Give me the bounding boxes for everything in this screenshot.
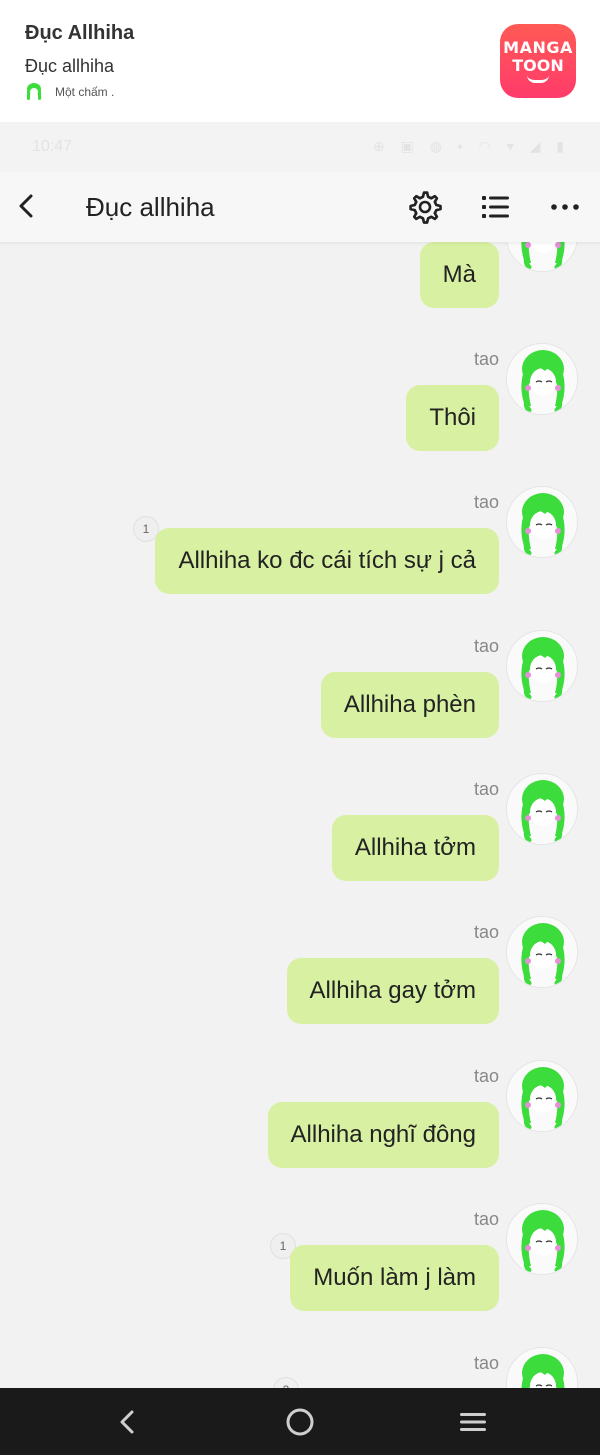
green-hair-girl-icon (507, 1348, 577, 1388)
sender-name: tao (473, 636, 499, 656)
user-avatar[interactable] (506, 773, 578, 845)
banner-title: Đục Allhiha (25, 22, 135, 44)
nav-home-icon[interactable] (285, 1407, 315, 1437)
chat-title: Đục allhiha (86, 192, 215, 222)
logo-smile (527, 75, 549, 83)
green-hair-girl-icon (507, 631, 577, 701)
green-hair-girl-icon (507, 1061, 577, 1131)
gear-icon[interactable] (408, 190, 442, 224)
message-bubble[interactable]: Muốn làm j làm (290, 1245, 499, 1311)
chat-message: tao Allhiha nghĩ đông (0, 1060, 600, 1203)
message-bubble[interactable]: Allhiha gay tởm (286, 958, 499, 1024)
message-bubble[interactable]: Allhiha nghĩ đông (267, 1102, 499, 1168)
logo-line1: MANGA (503, 37, 573, 57)
banner-subtitle: Đục allhiha (25, 56, 115, 76)
chat-message: tao Allhiha tởm (0, 773, 600, 916)
chat-header: Đục allhiha (0, 172, 600, 242)
sender-name: tao (473, 1209, 499, 1229)
user-avatar[interactable] (506, 1060, 578, 1132)
user-avatar[interactable] (506, 1347, 578, 1388)
user-avatar[interactable] (506, 242, 578, 272)
message-bubble[interactable]: Allhiha ko đc cái tích sự j cả (155, 528, 499, 594)
sender-name: tao (473, 349, 499, 369)
nav-menu-icon[interactable] (458, 1410, 488, 1434)
user-avatar[interactable] (506, 343, 578, 415)
green-hair-girl-icon (507, 242, 577, 271)
more-dots-icon[interactable] (548, 194, 582, 220)
message-bubble[interactable]: Mà (419, 242, 499, 308)
message-bubble[interactable]: Thôi (406, 385, 499, 451)
status-time: 10:47 (32, 138, 73, 155)
status-bar: 10:47 ⊕ ▣ ◍ • ◠ ▾ ◢ ▮ (0, 122, 600, 172)
sender-name: tao (473, 779, 499, 799)
chevron-left-icon[interactable] (12, 190, 40, 222)
list-icon[interactable] (478, 192, 512, 222)
green-hair-girl-icon (507, 344, 577, 414)
chat-message: tao Thôi (0, 343, 600, 486)
notification-banner[interactable]: Đục Allhiha Đục allhiha Một chấm . MANGA… (0, 0, 600, 122)
mini-avatar-icon (27, 83, 41, 100)
chat-message: tao 2 (0, 1347, 600, 1388)
sender-name: tao (473, 922, 499, 942)
message-bubble[interactable]: Allhiha phèn (320, 672, 499, 738)
logo-line2: TOON (512, 55, 564, 75)
user-avatar[interactable] (506, 486, 578, 558)
user-avatar[interactable] (506, 1203, 578, 1275)
green-hair-girl-icon (507, 1204, 577, 1274)
chat-message: Mà (0, 242, 600, 343)
user-avatar[interactable] (506, 630, 578, 702)
chat-message: tao Allhiha phèn (0, 630, 600, 773)
banner-meta-text: Một chấm . (55, 85, 115, 99)
status-icons: ⊕ ▣ ◍ • ◠ ▾ ◢ ▮ (372, 138, 570, 154)
chat-message: tao 1 Muốn làm j làm (0, 1203, 600, 1346)
mangatoon-logo: MANGA TOON (500, 24, 576, 98)
sender-name: tao (473, 492, 499, 512)
user-avatar[interactable] (506, 916, 578, 988)
green-hair-girl-icon (507, 774, 577, 844)
green-hair-girl-icon (507, 487, 577, 557)
nav-back-icon[interactable] (114, 1408, 140, 1436)
banner-meta: Một chấm . (25, 82, 114, 102)
chat-message: tao Allhiha gay tởm (0, 916, 600, 1059)
reply-count-badge[interactable]: 2 (273, 1377, 299, 1388)
sender-name: tao (473, 1066, 499, 1086)
green-hair-girl-icon (507, 917, 577, 987)
navigation-bar (0, 1388, 600, 1455)
sender-name: tao (473, 1353, 499, 1373)
chat-area[interactable]: Mà tao Thôi tao 1 Allhiha ko đc cái tích… (0, 242, 600, 1388)
message-bubble[interactable]: Allhiha tởm (331, 815, 499, 881)
chat-message: tao 1 Allhiha ko đc cái tích sự j cả (0, 486, 600, 629)
